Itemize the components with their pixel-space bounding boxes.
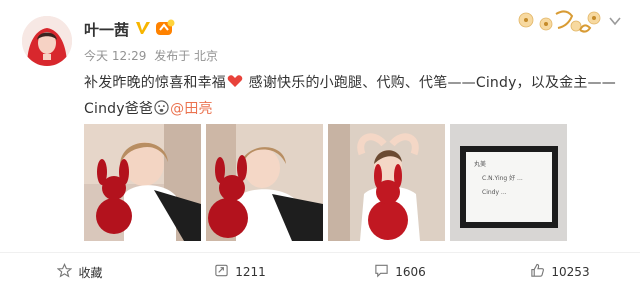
repost-button[interactable]: 1211 [160,254,320,290]
post-time[interactable]: 今天 12:29 [84,49,146,63]
action-bar: 收藏 1211 1606 10253 [0,254,640,290]
note-line-3: Cindy ... [482,189,507,196]
mention-link[interactable]: @田亮 [170,101,213,117]
post-source: 发布于 北京 [154,49,219,63]
comment-count: 1606 [395,265,426,279]
actions-divider [0,252,640,253]
repost-count: 1211 [235,265,266,279]
photo-2[interactable] [206,124,323,241]
avatar[interactable] [22,16,72,66]
post-text-main: 补发昨晚的惊喜和幸福 [84,75,226,91]
comment-icon [374,263,389,281]
favorite-button[interactable]: 收藏 [0,254,160,290]
star-icon [57,263,73,281]
photo-4[interactable]: 丸美 C.N.Ying 好 ... Cindy ... [450,124,567,241]
card-decoration-icon [514,4,614,44]
photo-1[interactable] [84,124,201,241]
repost-icon [214,263,229,281]
post-text: 补发昨晚的惊喜和幸福 感谢快乐的小跑腿、代购、代笔——Cindy，以及金主——C… [84,70,624,122]
note-line-2: C.N.Ying 好 ... [482,174,523,182]
heart-icon [226,75,244,91]
fan-badge-icon [155,18,175,42]
author-name[interactable]: 叶一茜 [84,19,129,40]
like-button[interactable]: 10253 [480,254,640,290]
chevron-down-icon[interactable] [608,13,622,32]
comment-button[interactable]: 1606 [320,254,480,290]
weibo-post: 叶一茜 今天 12:29 发布于 北京 补发昨晚的惊喜和幸福 感谢快乐的小跑腿、… [0,0,640,292]
photo-grid: 丸美 C.N.Ying 好 ... Cindy ... [84,124,567,241]
favorite-label: 收藏 [78,265,103,280]
emoji-icon [153,100,170,117]
like-count: 10253 [551,265,590,279]
note-line-1: 丸美 [474,160,486,168]
photo-3[interactable] [328,124,445,241]
thumbs-up-icon [530,263,545,281]
post-meta: 今天 12:29 发布于 北京 [84,47,222,64]
verified-v-icon [134,19,152,41]
